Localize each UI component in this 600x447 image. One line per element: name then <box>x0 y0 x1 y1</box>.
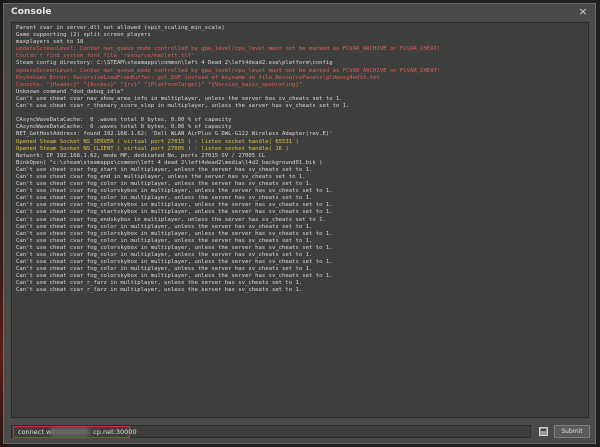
log-line: Can't use cheat cvar fog_colorskybox in … <box>16 202 333 209</box>
log-line: updateScreenLevel: ConVar mat_queue_mode… <box>16 67 441 74</box>
log-line: Can't use cheat cvar r_thenary_score_slo… <box>16 103 350 110</box>
log-line: Game supporting (2) split screen players <box>16 32 151 39</box>
log-line: Can't use cheat cvar fog_colorskybox in … <box>16 273 333 280</box>
log-line: Parent cvar in server.dll not allowed (s… <box>16 25 225 31</box>
log-line: Can't use cheat cvar fog_color in multip… <box>16 223 313 230</box>
log-line: Can't use cheat cvar fog_colorskybox in … <box>16 188 333 195</box>
log-line: Steam config directory: C:\STEAM\steamap… <box>16 60 333 67</box>
console-window: Console × Parent cvar in server.dll not … <box>3 3 596 444</box>
log-line: Can't use cheat cvar r_farz in multiplay… <box>16 280 303 287</box>
log-line: Can't use cheat cvar fog_colorskybox in … <box>16 259 333 266</box>
log-line: Unknown command "dod_debug_idle" <box>16 88 124 95</box>
close-icon[interactable]: × <box>577 6 589 18</box>
title-bar[interactable]: Console × <box>4 4 595 22</box>
log-line: CAsyncWaveDataCache: 0 .waves total 0 by… <box>16 117 232 124</box>
log-line: Can't use cheat cvar fog_colorskybox in … <box>16 244 333 251</box>
log-line: Can't use cheat cvar fog_color in multip… <box>16 181 313 188</box>
command-text-suffix: cp.net:30000 <box>93 428 137 436</box>
log-line: Can't use cheat cvar fog_start in multip… <box>16 166 313 173</box>
log-line: KeyValues Error: RecursiveLoadFromBuffer… <box>16 74 380 81</box>
redacted-blur <box>50 428 90 436</box>
log-line: Can't use cheat cvar fog_colorskybox in … <box>16 230 333 237</box>
command-bar: connect wo cp.net:30000 Submit <box>11 425 590 441</box>
log-line: Opened Steam Socket NS_CLIENT ( virtual … <box>16 145 289 152</box>
log-line: Network: IP 192.168.1.62, mode MP, dedic… <box>16 152 266 159</box>
log-line: NET_GetHostAddress: found 192.168.1.62: … <box>16 131 333 138</box>
log-line: Console: "{Header}" "{Access}" "{rv}" "{… <box>16 81 303 88</box>
log-line: Can't use cheat cvar fog_endskybox in mu… <box>16 216 326 223</box>
log-line: BinkOpen( "c:\steam\steamapps\common\lef… <box>16 159 323 166</box>
log-line: updateScreenLevel: ConVar mat_queue_mode… <box>16 46 441 53</box>
window-title: Console <box>11 7 52 17</box>
submit-button[interactable]: Submit <box>554 425 590 438</box>
console-log[interactable]: Parent cvar in server.dll not allowed (s… <box>11 22 589 418</box>
log-line: Can't use cheat cvar fog_color in multip… <box>16 195 313 202</box>
log-line: Opened Steam Socket NS_SERVER ( virtual … <box>16 138 299 145</box>
log-line: CAsyncWaveDataCache: 0 .waves total 0 by… <box>16 124 232 131</box>
log-line: Can't use cheat cvar fog_color in multip… <box>16 237 313 244</box>
log-line: Couldn't find system font file 'resource… <box>16 53 195 60</box>
log-line: Can't use cheat cvar nav_show_area_info … <box>16 95 343 102</box>
log-line: Can't use cheat cvar fog_color in multip… <box>16 252 313 258</box>
log-line: Can't use cheat cvar fog_color in multip… <box>16 266 313 273</box>
log-line: Can't use cheat cvar r_farz in multiplay… <box>16 287 303 294</box>
command-input[interactable]: connect wo cp.net:30000 <box>11 425 531 438</box>
log-line: Can't use cheat cvar fog_startskybox in … <box>16 209 333 216</box>
history-icon[interactable] <box>539 427 548 436</box>
log-line: maxplayers set to 18 <box>16 39 84 46</box>
log-line: Can't use cheat cvar fog_end in multipla… <box>16 173 306 180</box>
